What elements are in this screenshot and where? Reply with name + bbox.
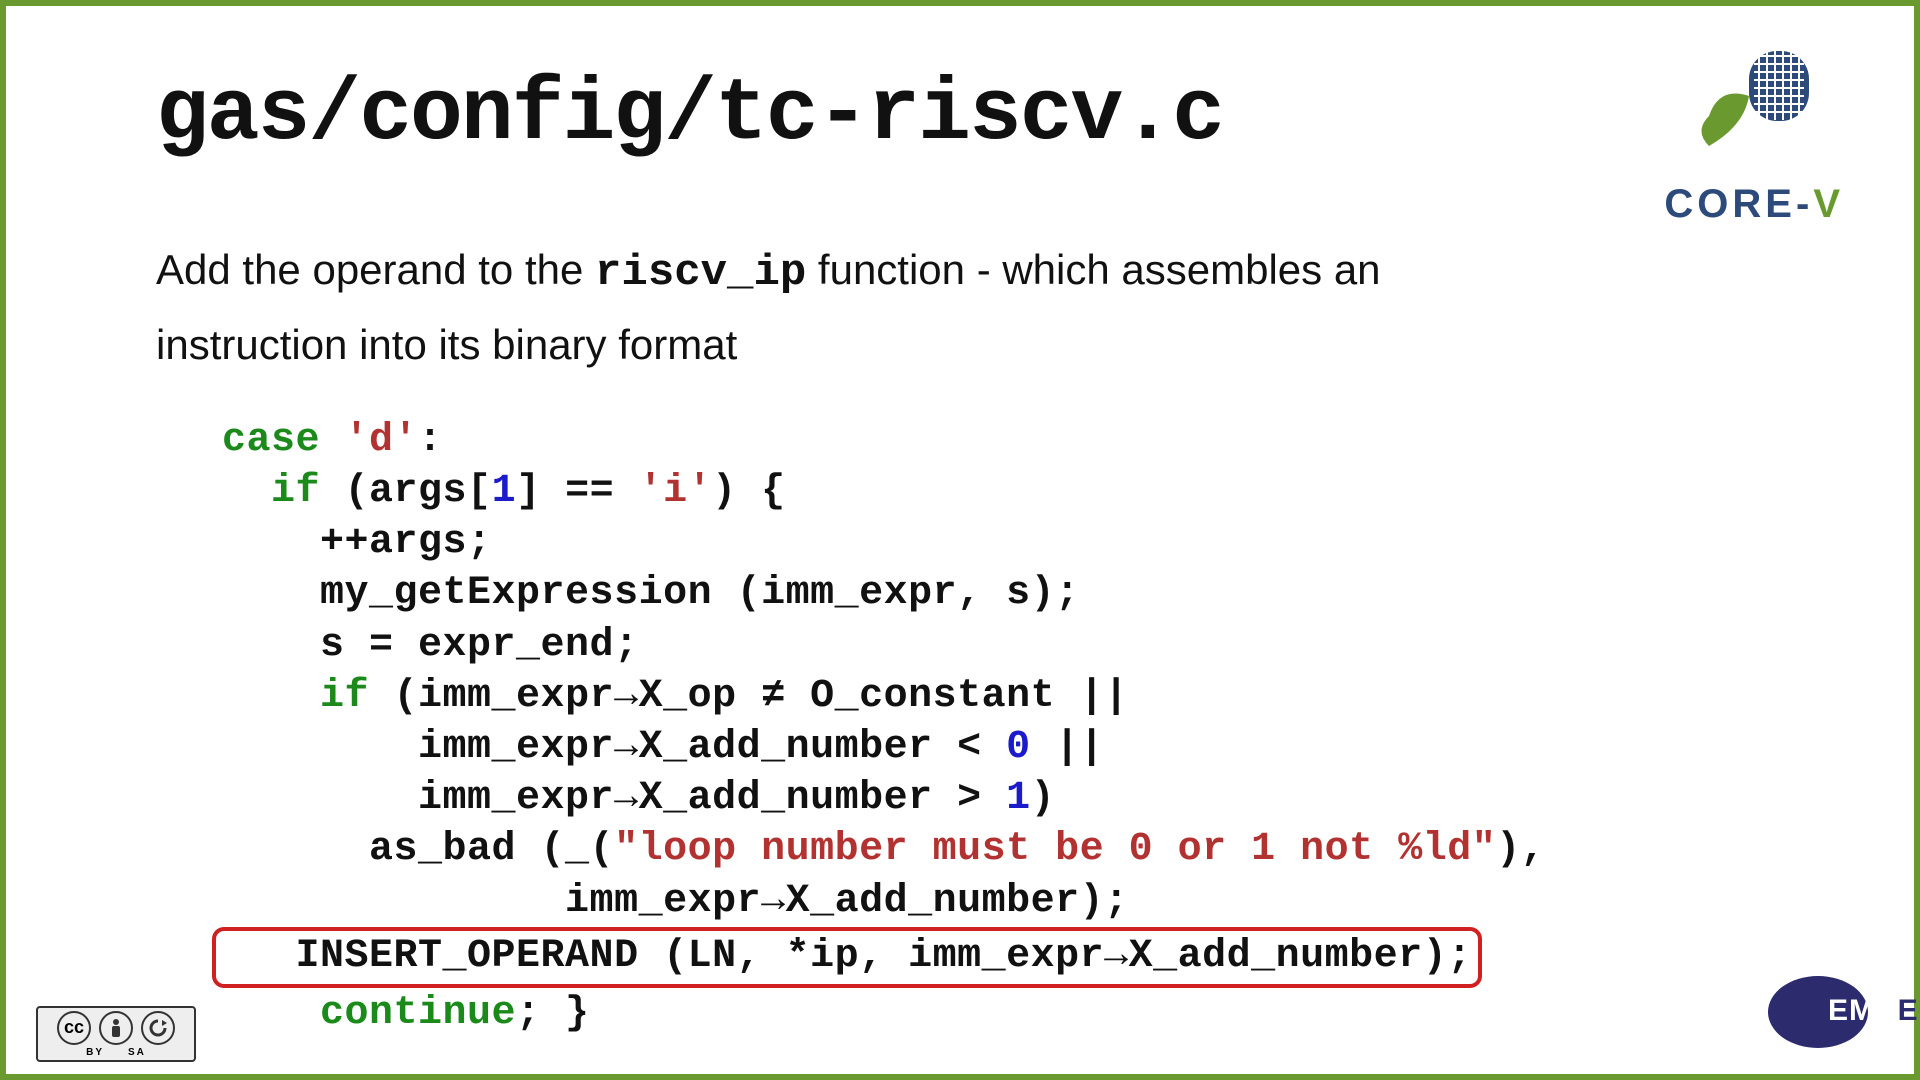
code-ch: 'i' [639,469,713,514]
cc-by-label: BY [86,1047,104,1058]
code-t: : [418,418,443,463]
cc-sa-label: SA [128,1047,146,1058]
code-t: ) { [712,469,786,514]
embecosm-logo: EMBECOSM® [1768,976,1868,1048]
slide-title: gas/config/tc-riscv.c [156,66,1764,165]
code-block: case 'd': if (args[1] == 'i') { ++args; … [156,415,1764,1039]
code-t: ; } [516,991,590,1036]
code-num: 1 [1006,776,1031,821]
corev-label-v: V [1813,182,1844,226]
code-t: ) [1031,776,1056,821]
by-icon [99,1011,133,1045]
code-ch: 'd' [345,418,419,463]
code-str: "loop number must be 0 or 1 not %ld" [614,827,1496,872]
code-t: INSERT_OPERAND (LN, *ip, imm_expr→X_add_… [222,934,1472,979]
code-t [222,469,271,514]
code-kw: case [222,418,320,463]
highlighted-line: INSERT_OPERAND (LN, *ip, imm_expr→X_add_… [212,927,1482,988]
code-t: imm_expr→X_add_number); [222,879,1129,924]
desc-code: riscv_ip [595,248,806,298]
cc-license-badge: cc BY SA [36,1006,196,1062]
slide-description: Add the operand to the riscv_ip function… [156,235,1456,379]
code-t: (args[ [320,469,492,514]
embecosm-label: EMBECOSM® [1828,994,1920,1028]
corev-label-pre: CORE- [1664,182,1813,226]
code-t: ), [1496,827,1545,872]
code-kw: continue [320,991,516,1036]
code-t: ++args; [222,520,492,565]
slide: CORE-V gas/config/tc-riscv.c Add the ope… [0,0,1920,1080]
code-t: imm_expr→X_add_number < [222,725,1006,770]
code-t: as_bad (_( [222,827,614,872]
code-t: my_getExpression (imm_expr, s); [222,571,1080,616]
cc-icon: cc [57,1011,91,1045]
code-t: (imm_expr→X_op ≠ O_constant || [369,674,1129,719]
code-num: 1 [492,469,517,514]
code-kw: if [320,674,369,719]
code-t: imm_expr→X_add_number > [222,776,1006,821]
code-t: s = expr_end; [222,623,639,668]
sa-icon [141,1011,175,1045]
desc-pre: Add the operand to the [156,246,595,293]
code-t [222,674,320,719]
core-v-icon [1679,46,1829,176]
code-t: || [1031,725,1105,770]
slide-content: gas/config/tc-riscv.c Add the operand to… [6,6,1914,1039]
code-t [222,991,320,1036]
corev-logo: CORE-V [1664,46,1844,227]
code-num: 0 [1006,725,1031,770]
corev-label: CORE-V [1664,182,1844,227]
cc-text: cc [64,1017,84,1038]
code-t [320,418,345,463]
code-kw: if [271,469,320,514]
code-t: ] == [516,469,639,514]
